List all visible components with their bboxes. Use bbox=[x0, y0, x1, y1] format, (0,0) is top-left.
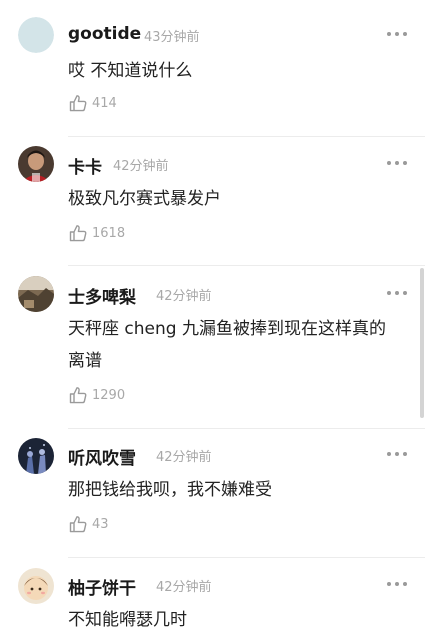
thumbs-up-icon bbox=[69, 225, 87, 242]
avatar[interactable] bbox=[18, 146, 54, 182]
avatar[interactable] bbox=[18, 568, 54, 604]
like-button[interactable]: 43 bbox=[68, 514, 109, 534]
comment-timestamp: 43分钟前 bbox=[144, 30, 200, 45]
avatar[interactable] bbox=[18, 17, 54, 53]
comment-item: gootide 43分钟前 哎 不知道说什么 414 bbox=[0, 0, 425, 136]
comment-username[interactable]: 士多啤梨 bbox=[68, 283, 136, 308]
thumbs-up-icon bbox=[69, 516, 87, 533]
scrollbar[interactable] bbox=[420, 268, 424, 418]
thumbs-up-icon bbox=[69, 387, 87, 404]
comment-username[interactable]: 卡卡 bbox=[68, 153, 102, 178]
more-options-button[interactable] bbox=[387, 578, 407, 590]
like-button[interactable]: 1290 bbox=[68, 385, 125, 405]
comment-text: 那把钱给我呗，我不嫌难受 bbox=[68, 480, 272, 500]
comment-item: 柚子饼干 42分钟前 不知能嘚瑟几时 bbox=[0, 558, 425, 640]
more-dots-icon bbox=[387, 32, 391, 36]
like-button[interactable]: 414 bbox=[68, 93, 117, 113]
more-options-button[interactable] bbox=[387, 157, 407, 169]
comment-item: 听风吹雪 42分钟前 那把钱给我呗，我不嫌难受 43 bbox=[0, 429, 425, 557]
comment-item: 卡卡 42分钟前 极致凡尔赛式暴发户 1618 bbox=[0, 137, 425, 265]
more-dots-icon bbox=[387, 291, 391, 295]
like-count: 414 bbox=[92, 95, 117, 111]
comment-username[interactable]: gootide bbox=[68, 24, 141, 44]
like-count: 1618 bbox=[92, 225, 126, 241]
comment-text: 哎 不知道说什么 bbox=[68, 61, 193, 81]
comment-text: 不知能嘚瑟几时 bbox=[68, 610, 187, 630]
comment-feed: gootide 43分钟前 哎 不知道说什么 414 卡卡 42分钟前 极致凡尔… bbox=[0, 0, 425, 640]
comment-text: 天秤座 cheng 九漏鱼被捧到现在这样真的离谱 bbox=[68, 319, 386, 371]
avatar[interactable] bbox=[18, 276, 54, 312]
more-dots-icon bbox=[387, 161, 391, 165]
comment-timestamp: 42分钟前 bbox=[113, 159, 169, 174]
more-options-button[interactable] bbox=[387, 287, 407, 299]
comment-item: 士多啤梨 42分钟前 天秤座 cheng 九漏鱼被捧到现在这样真的离谱 1290 bbox=[0, 266, 425, 428]
more-options-button[interactable] bbox=[387, 28, 407, 40]
like-button[interactable]: 1618 bbox=[68, 223, 125, 243]
more-dots-icon bbox=[387, 582, 391, 586]
avatar[interactable] bbox=[18, 438, 54, 474]
comment-username[interactable]: 柚子饼干 bbox=[68, 574, 136, 599]
comment-timestamp: 42分钟前 bbox=[156, 289, 212, 304]
thumbs-up-icon bbox=[69, 95, 87, 112]
comment-timestamp: 42分钟前 bbox=[156, 580, 212, 595]
more-dots-icon bbox=[387, 452, 391, 456]
like-count: 43 bbox=[92, 516, 109, 532]
more-options-button[interactable] bbox=[387, 448, 407, 460]
comment-timestamp: 42分钟前 bbox=[156, 450, 212, 465]
like-count: 1290 bbox=[92, 387, 126, 403]
comment-text: 极致凡尔赛式暴发户 bbox=[68, 189, 221, 209]
comment-username[interactable]: 听风吹雪 bbox=[68, 444, 136, 469]
